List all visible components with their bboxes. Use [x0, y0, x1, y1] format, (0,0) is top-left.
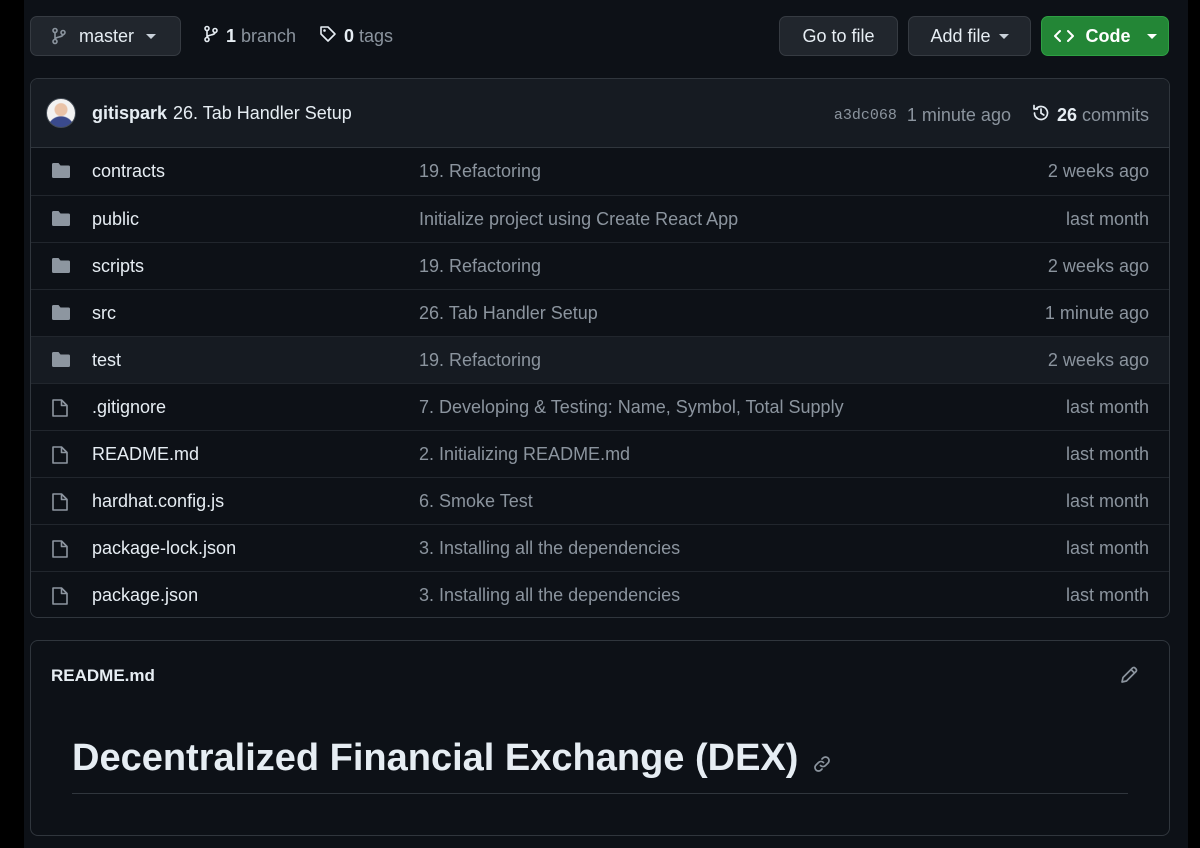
file-name-link[interactable]: scripts [92, 256, 144, 277]
file-row[interactable]: package.json 3. Installing all the depen… [31, 571, 1169, 617]
file-row[interactable]: package-lock.json 3. Installing all the … [31, 524, 1169, 571]
file-commit-message-link[interactable]: 3. Installing all the dependencies [419, 538, 680, 559]
add-file-label: Add file [930, 25, 991, 46]
file-commit-age: last month [1065, 397, 1149, 417]
file-row[interactable]: src 26. Tab Handler Setup 1 minute ago [31, 289, 1169, 336]
file-list: contracts 19. Refactoring 2 weeks ago pu… [31, 148, 1169, 617]
file-commit-age: last month [1065, 585, 1149, 605]
branch-label: branch [241, 25, 297, 46]
go-to-file-label: Go to file [802, 25, 875, 46]
file-icon [51, 539, 69, 564]
chevron-down-icon [998, 33, 1009, 39]
commit-meta: a3dc068 1 minute ago 26 commits [834, 103, 1149, 128]
file-commit-message-link[interactable]: 2. Initializing README.md [419, 444, 630, 465]
file-row[interactable]: contracts 19. Refactoring 2 weeks ago [31, 148, 1169, 195]
file-row[interactable]: hardhat.config.js 6. Smoke Test last mon… [31, 477, 1169, 524]
file-name-link[interactable]: src [92, 303, 116, 324]
readme-heading: Decentralized Financial Exchange (DEX) [72, 733, 832, 784]
file-commit-message-link[interactable]: 3. Installing all the dependencies [419, 585, 680, 606]
git-branch-icon [203, 25, 219, 48]
file-name-link[interactable]: package-lock.json [92, 538, 236, 559]
file-commit-message-link[interactable]: 26. Tab Handler Setup [419, 303, 598, 324]
folder-icon [51, 210, 71, 232]
link-icon[interactable] [812, 741, 832, 784]
file-commit-age: last month [1065, 491, 1149, 511]
file-commit-message-link[interactable]: 19. Refactoring [419, 256, 541, 277]
latest-commit-bar: gitispark 26. Tab Handler Setup a3dc068 … [31, 79, 1169, 148]
repo-toolbar: master 1 branch 0 tags Go to file Add fi… [30, 16, 1170, 58]
commits-history-link[interactable]: 26 commits [1031, 103, 1149, 128]
file-icon [51, 492, 69, 517]
branch-select-button[interactable]: master [30, 16, 181, 56]
history-icon [1031, 103, 1051, 128]
file-name-link[interactable]: hardhat.config.js [92, 491, 224, 512]
file-name-link[interactable]: contracts [92, 161, 165, 182]
tag-icon [319, 25, 337, 48]
file-browser: gitispark 26. Tab Handler Setup a3dc068 … [30, 78, 1170, 618]
file-icon [51, 398, 69, 423]
file-name-link[interactable]: test [92, 350, 121, 371]
file-row[interactable]: test 19. Refactoring 2 weeks ago [31, 336, 1169, 383]
add-file-button[interactable]: Add file [908, 16, 1031, 56]
file-icon [51, 586, 69, 611]
chevron-down-icon [1146, 33, 1157, 39]
avatar[interactable] [46, 98, 76, 128]
code-icon [1053, 28, 1074, 44]
folder-icon [51, 257, 71, 279]
file-name-link[interactable]: package.json [92, 585, 198, 606]
file-name-link[interactable]: README.md [92, 444, 199, 465]
file-name-link[interactable]: public [92, 209, 139, 230]
pencil-icon[interactable] [1119, 665, 1139, 690]
file-row[interactable]: README.md 2. Initializing README.md last… [31, 430, 1169, 477]
git-branch-icon [51, 27, 67, 45]
branches-link[interactable]: 1 branch [203, 16, 296, 56]
file-row[interactable]: scripts 19. Refactoring 2 weeks ago [31, 242, 1169, 289]
commit-count: 26 [1056, 105, 1077, 125]
heading-divider [72, 793, 1128, 794]
tag-count: 0 [344, 25, 355, 46]
folder-icon [51, 304, 71, 326]
readme-heading-text: Decentralized Financial Exchange (DEX) [72, 737, 799, 779]
file-commit-age: last month [1065, 444, 1149, 464]
folder-icon [51, 162, 71, 184]
folder-icon [51, 351, 71, 373]
commit-time: 1 minute ago [906, 105, 1011, 125]
file-commit-message-link[interactable]: 19. Refactoring [419, 161, 541, 182]
repository-page: master 1 branch 0 tags Go to file Add fi… [24, 0, 1188, 848]
file-commit-age: 2 weeks ago [1047, 350, 1149, 370]
commit-author-link[interactable]: gitispark [92, 103, 167, 124]
code-button[interactable]: Code [1041, 16, 1169, 56]
file-row[interactable]: .gitignore 7. Developing & Testing: Name… [31, 383, 1169, 430]
branch-count: 1 [226, 25, 237, 46]
file-commit-age: 2 weeks ago [1047, 161, 1149, 181]
readme-filename: README.md [51, 666, 155, 685]
chevron-down-icon [146, 33, 157, 39]
commit-sha-link[interactable]: a3dc068 [834, 107, 897, 124]
file-row[interactable]: public Initialize project using Create R… [31, 195, 1169, 242]
commit-message-link[interactable]: 26. Tab Handler Setup [173, 103, 352, 124]
file-commit-age: last month [1065, 538, 1149, 558]
code-label: Code [1085, 25, 1131, 46]
go-to-file-button[interactable]: Go to file [779, 16, 898, 56]
file-commit-age: 1 minute ago [1044, 303, 1149, 323]
file-name-link[interactable]: .gitignore [92, 397, 166, 418]
current-branch-label: master [79, 25, 135, 46]
commits-label: commits [1082, 105, 1149, 125]
file-commit-age: last month [1065, 209, 1149, 229]
tags-link[interactable]: 0 tags [319, 16, 393, 56]
file-icon [51, 445, 69, 470]
file-commit-message-link[interactable]: 7. Developing & Testing: Name, Symbol, T… [419, 397, 844, 418]
file-commit-age: 2 weeks ago [1047, 256, 1149, 276]
file-commit-message-link[interactable]: 6. Smoke Test [419, 491, 533, 512]
file-commit-message-link[interactable]: 19. Refactoring [419, 350, 541, 371]
readme-panel: README.md Decentralized Financial Exchan… [30, 640, 1170, 836]
tag-label: tags [359, 25, 394, 46]
file-commit-message-link[interactable]: Initialize project using Create React Ap… [419, 209, 738, 230]
